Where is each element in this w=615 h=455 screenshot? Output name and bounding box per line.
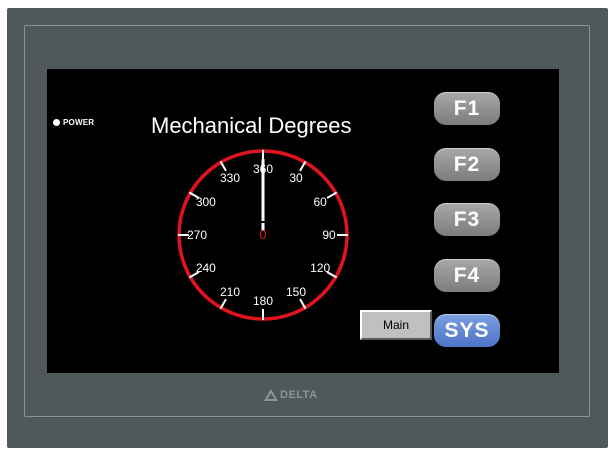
sys-key[interactable]: SYS [434,314,500,347]
mechanical-degrees-dial: 360306090120150180210240270300330 0 [177,149,349,321]
dial-tick-label: 30 [289,171,303,185]
f4-key[interactable]: F4 [434,259,500,292]
f2-key[interactable]: F2 [434,148,500,181]
dial-tick-label: 330 [220,171,240,185]
power-led-icon [53,119,60,126]
dial-tick-label: 210 [220,285,240,299]
brand-name: DELTA [280,389,318,401]
dial-tick-label: 270 [187,228,207,242]
delta-logo: DELTA [264,389,318,401]
f3-key[interactable]: F3 [434,203,500,236]
dial-tick-label: 180 [253,294,273,308]
dial-value: 0 [259,227,266,242]
dial-tick-label: 120 [310,261,330,275]
hmi-bezel: POWER Mechanical Degrees 360306090120150… [7,8,608,448]
page-title: Mechanical Degrees [151,113,352,138]
dial-tick-label: 300 [196,195,216,209]
delta-triangle-icon [264,389,278,401]
dial-tick-label: 240 [196,261,216,275]
power-label: POWER [63,118,95,127]
power-indicator: POWER [53,118,94,127]
dial-tick-label: 90 [322,228,336,242]
main-button[interactable]: Main [360,310,432,340]
dial-tick-label: 150 [286,285,306,299]
f1-key[interactable]: F1 [434,92,500,125]
dial-tick-label: 60 [313,195,327,209]
